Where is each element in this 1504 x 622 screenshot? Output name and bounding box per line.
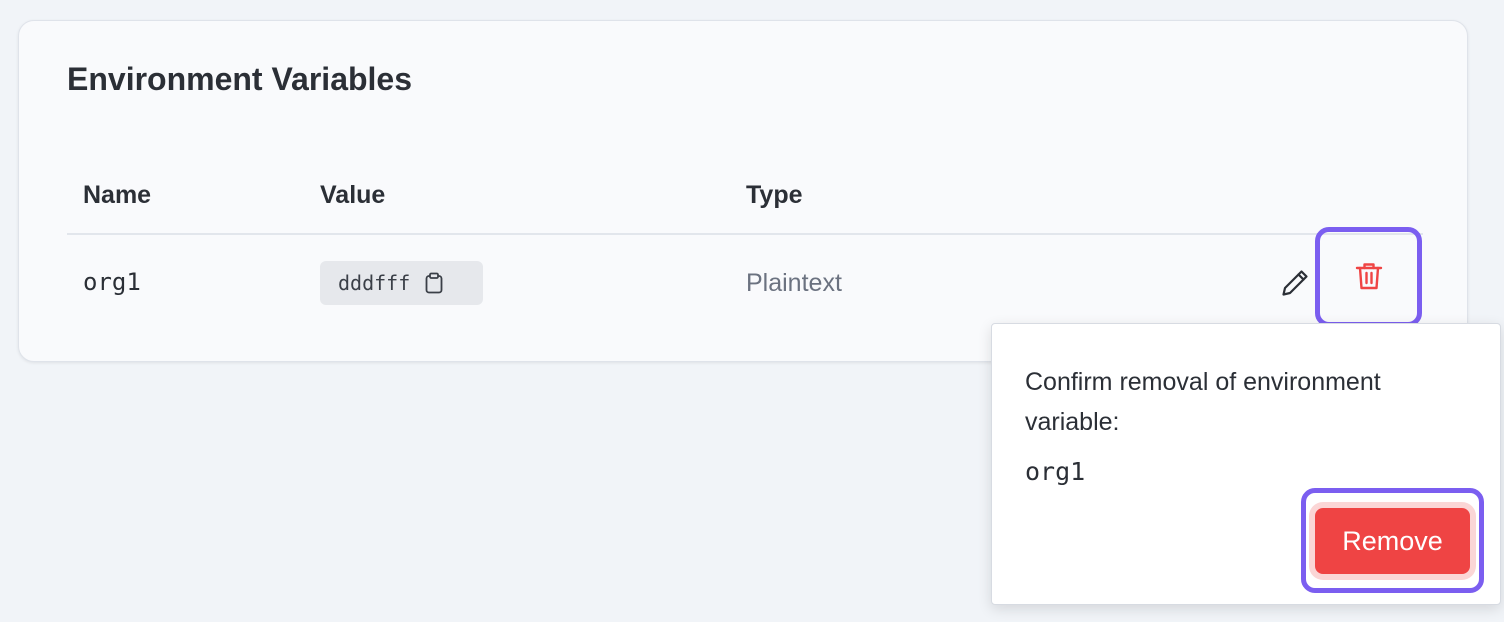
column-header-name: Name [83, 181, 152, 209]
confirm-variable-name: org1 [1025, 457, 1086, 486]
environment-variables-card: Environment Variables Name Value Type or… [18, 20, 1468, 362]
column-header-type: Type [746, 181, 803, 209]
clipboard-icon [424, 272, 444, 294]
edit-button[interactable] [1275, 265, 1315, 305]
column-header-value: Value [320, 181, 386, 209]
section-title: Environment Variables [67, 61, 413, 97]
variable-value: dddfff [338, 271, 411, 295]
confirm-message: Confirm removal of environment variable: [1025, 368, 1381, 436]
remove-button[interactable]: Remove [1315, 508, 1470, 574]
variable-type-cell: Plaintext [746, 269, 842, 297]
variable-name-cell: org1 [83, 268, 141, 296]
variable-value-copy-button[interactable]: dddfff [320, 261, 483, 305]
pencil-icon [1279, 267, 1311, 304]
confirm-removal-popover: Confirm removal of environment variable:… [991, 323, 1501, 605]
table-header-divider [67, 233, 1423, 235]
trash-icon [1355, 261, 1383, 294]
delete-button[interactable] [1315, 227, 1422, 327]
